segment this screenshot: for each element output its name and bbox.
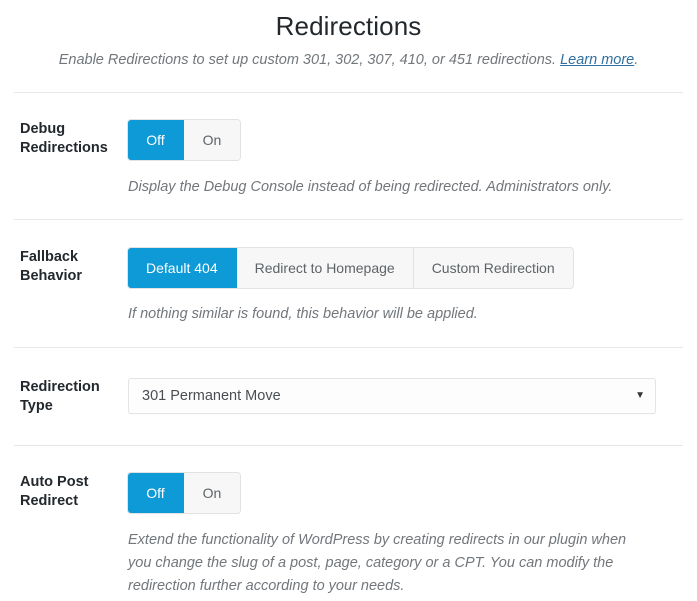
control-debug-redirections: Off On	[128, 120, 697, 160]
toggle-auto-post-redirect-on[interactable]: On	[184, 473, 240, 513]
redirections-settings-page: Redirections Enable Redirections to set …	[0, 0, 697, 601]
row-debug-redirections: Debug Redirections Off On	[0, 120, 697, 160]
desc-row-fallback-behavior: If nothing similar is found, this behavi…	[0, 303, 697, 326]
learn-more-link[interactable]: Learn more	[560, 52, 634, 68]
toggle-auto-post-redirect-off[interactable]: Off	[128, 473, 184, 513]
toggle-debug-redirections-on[interactable]: On	[184, 120, 240, 160]
page-subtitle-text: Enable Redirections to set up custom 301…	[58, 52, 557, 68]
segmented-fallback-behavior[interactable]: Default 404 Redirect to Homepage Custom …	[128, 248, 573, 288]
control-fallback-behavior: Default 404 Redirect to Homepage Custom …	[128, 248, 697, 288]
row-fallback-behavior: Fallback Behavior Default 404 Redirect t…	[0, 248, 697, 288]
page-header: Redirections Enable Redirections to set …	[0, 0, 697, 70]
description-auto-post-redirect: Extend the functionality of WordPress by…	[128, 532, 627, 594]
description-debug-redirections: Display the Debug Console instead of bei…	[128, 179, 613, 195]
fallback-option-default-404[interactable]: Default 404	[128, 248, 237, 288]
select-redirection-type-value: 301 Permanent Move	[142, 388, 281, 404]
toggle-auto-post-redirect[interactable]: Off On	[128, 473, 240, 513]
label-auto-post-redirect: Auto Post Redirect	[20, 474, 89, 509]
toggle-debug-redirections[interactable]: Off On	[128, 120, 240, 160]
description-fallback-behavior: If nothing similar is found, this behavi…	[128, 306, 478, 322]
fallback-option-custom-redirection[interactable]: Custom Redirection	[413, 248, 573, 288]
label-redirection-type: Redirection Type	[20, 379, 100, 414]
select-wrapper-redirection-type: 301 Permanent Move ▼	[128, 378, 656, 414]
control-auto-post-redirect: Off On	[128, 473, 697, 513]
page-subtitle: Enable Redirections to set up custom 301…	[0, 50, 697, 70]
desc-row-auto-post-redirect: Extend the functionality of WordPress by…	[0, 529, 697, 598]
page-subtitle-period: .	[634, 52, 639, 68]
toggle-debug-redirections-off[interactable]: Off	[128, 120, 184, 160]
fallback-option-redirect-to-homepage[interactable]: Redirect to Homepage	[236, 248, 414, 288]
select-redirection-type[interactable]: 301 Permanent Move	[128, 378, 656, 414]
control-redirection-type: 301 Permanent Move ▼	[128, 378, 697, 414]
label-debug-redirections: Debug Redirections	[20, 121, 108, 156]
page-title: Redirections	[275, 11, 422, 41]
desc-row-debug-redirections: Display the Debug Console instead of bei…	[0, 176, 697, 199]
label-fallback-behavior: Fallback Behavior	[20, 249, 83, 284]
row-auto-post-redirect: Auto Post Redirect Off On	[0, 473, 697, 513]
row-redirection-type: Redirection Type 301 Permanent Move ▼	[0, 378, 697, 416]
